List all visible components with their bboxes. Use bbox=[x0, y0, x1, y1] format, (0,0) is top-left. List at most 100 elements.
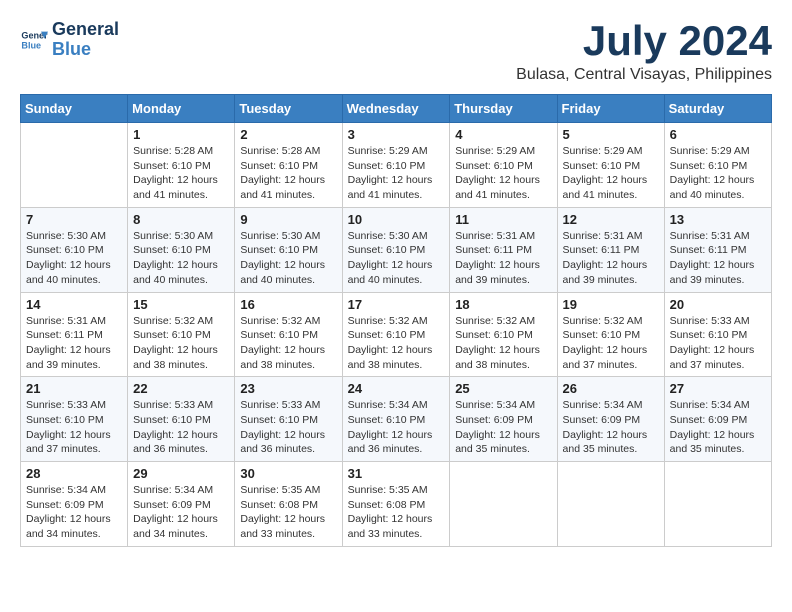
day-number: 21 bbox=[26, 381, 122, 396]
day-info: Sunrise: 5:34 AM Sunset: 6:09 PM Dayligh… bbox=[26, 483, 122, 542]
day-info: Sunrise: 5:31 AM Sunset: 6:11 PM Dayligh… bbox=[455, 229, 551, 288]
day-info: Sunrise: 5:35 AM Sunset: 6:08 PM Dayligh… bbox=[240, 483, 336, 542]
day-info: Sunrise: 5:33 AM Sunset: 6:10 PM Dayligh… bbox=[670, 314, 766, 373]
week-row-1: 1 Sunrise: 5:28 AM Sunset: 6:10 PM Daylig… bbox=[21, 123, 772, 208]
day-info: Sunrise: 5:32 AM Sunset: 6:10 PM Dayligh… bbox=[348, 314, 445, 373]
day-number: 12 bbox=[563, 212, 659, 227]
day-number: 3 bbox=[348, 127, 445, 142]
calendar-cell bbox=[557, 462, 664, 547]
day-number: 28 bbox=[26, 466, 122, 481]
week-row-3: 14 Sunrise: 5:31 AM Sunset: 6:11 PM Dayli… bbox=[21, 292, 772, 377]
calendar-cell: 18 Sunrise: 5:32 AM Sunset: 6:10 PM Dayli… bbox=[450, 292, 557, 377]
weekday-header-tuesday: Tuesday bbox=[235, 95, 342, 123]
day-info: Sunrise: 5:30 AM Sunset: 6:10 PM Dayligh… bbox=[240, 229, 336, 288]
day-number: 18 bbox=[455, 297, 551, 312]
calendar-cell: 7 Sunrise: 5:30 AM Sunset: 6:10 PM Daylig… bbox=[21, 207, 128, 292]
calendar-cell: 24 Sunrise: 5:34 AM Sunset: 6:10 PM Dayli… bbox=[342, 377, 450, 462]
calendar-cell bbox=[664, 462, 771, 547]
day-info: Sunrise: 5:34 AM Sunset: 6:10 PM Dayligh… bbox=[348, 398, 445, 457]
week-row-5: 28 Sunrise: 5:34 AM Sunset: 6:09 PM Dayli… bbox=[21, 462, 772, 547]
logo-icon: General Blue bbox=[20, 26, 48, 54]
day-info: Sunrise: 5:28 AM Sunset: 6:10 PM Dayligh… bbox=[133, 144, 229, 203]
day-info: Sunrise: 5:31 AM Sunset: 6:11 PM Dayligh… bbox=[670, 229, 766, 288]
day-info: Sunrise: 5:33 AM Sunset: 6:10 PM Dayligh… bbox=[133, 398, 229, 457]
day-info: Sunrise: 5:34 AM Sunset: 6:09 PM Dayligh… bbox=[563, 398, 659, 457]
day-info: Sunrise: 5:30 AM Sunset: 6:10 PM Dayligh… bbox=[133, 229, 229, 288]
day-info: Sunrise: 5:28 AM Sunset: 6:10 PM Dayligh… bbox=[240, 144, 336, 203]
day-info: Sunrise: 5:29 AM Sunset: 6:10 PM Dayligh… bbox=[670, 144, 766, 203]
calendar-cell: 20 Sunrise: 5:33 AM Sunset: 6:10 PM Dayli… bbox=[664, 292, 771, 377]
calendar-cell: 28 Sunrise: 5:34 AM Sunset: 6:09 PM Dayli… bbox=[21, 462, 128, 547]
calendar-cell: 4 Sunrise: 5:29 AM Sunset: 6:10 PM Daylig… bbox=[450, 123, 557, 208]
calendar-cell: 2 Sunrise: 5:28 AM Sunset: 6:10 PM Daylig… bbox=[235, 123, 342, 208]
calendar-cell: 25 Sunrise: 5:34 AM Sunset: 6:09 PM Dayli… bbox=[450, 377, 557, 462]
weekday-header-monday: Monday bbox=[128, 95, 235, 123]
month-title: July 2024 bbox=[516, 20, 772, 62]
day-number: 22 bbox=[133, 381, 229, 396]
day-number: 10 bbox=[348, 212, 445, 227]
day-info: Sunrise: 5:33 AM Sunset: 6:10 PM Dayligh… bbox=[240, 398, 336, 457]
day-number: 25 bbox=[455, 381, 551, 396]
weekday-header-row: SundayMondayTuesdayWednesdayThursdayFrid… bbox=[21, 95, 772, 123]
day-info: Sunrise: 5:29 AM Sunset: 6:10 PM Dayligh… bbox=[455, 144, 551, 203]
calendar-cell: 30 Sunrise: 5:35 AM Sunset: 6:08 PM Dayli… bbox=[235, 462, 342, 547]
day-number: 19 bbox=[563, 297, 659, 312]
day-number: 16 bbox=[240, 297, 336, 312]
calendar-cell: 22 Sunrise: 5:33 AM Sunset: 6:10 PM Dayli… bbox=[128, 377, 235, 462]
calendar-cell bbox=[21, 123, 128, 208]
day-info: Sunrise: 5:34 AM Sunset: 6:09 PM Dayligh… bbox=[133, 483, 229, 542]
day-number: 5 bbox=[563, 127, 659, 142]
day-number: 8 bbox=[133, 212, 229, 227]
calendar-cell: 3 Sunrise: 5:29 AM Sunset: 6:10 PM Daylig… bbox=[342, 123, 450, 208]
day-number: 20 bbox=[670, 297, 766, 312]
calendar-cell: 8 Sunrise: 5:30 AM Sunset: 6:10 PM Daylig… bbox=[128, 207, 235, 292]
day-info: Sunrise: 5:29 AM Sunset: 6:10 PM Dayligh… bbox=[348, 144, 445, 203]
day-number: 15 bbox=[133, 297, 229, 312]
calendar-cell: 15Sunrise: 5:32 AM Sunset: 6:10 PM Dayli… bbox=[128, 292, 235, 377]
calendar-cell: 1 Sunrise: 5:28 AM Sunset: 6:10 PM Daylig… bbox=[128, 123, 235, 208]
day-number: 14 bbox=[26, 297, 122, 312]
calendar-cell: 17 Sunrise: 5:32 AM Sunset: 6:10 PM Dayli… bbox=[342, 292, 450, 377]
header: General Blue General Blue July 2024 Bula… bbox=[20, 20, 772, 84]
calendar-cell: 27 Sunrise: 5:34 AM Sunset: 6:09 PM Dayli… bbox=[664, 377, 771, 462]
day-info: Sunrise: 5:32 AM Sunset: 6:10 PM Dayligh… bbox=[455, 314, 551, 373]
logo-text: General Blue bbox=[52, 20, 119, 60]
calendar-cell bbox=[450, 462, 557, 547]
calendar-cell: 29Sunrise: 5:34 AM Sunset: 6:09 PM Dayli… bbox=[128, 462, 235, 547]
day-number: 17 bbox=[348, 297, 445, 312]
day-info: Sunrise: 5:31 AM Sunset: 6:11 PM Dayligh… bbox=[26, 314, 122, 373]
day-number: 24 bbox=[348, 381, 445, 396]
day-number: 6 bbox=[670, 127, 766, 142]
weekday-header-sunday: Sunday bbox=[21, 95, 128, 123]
day-info: Sunrise: 5:33 AM Sunset: 6:10 PM Dayligh… bbox=[26, 398, 122, 457]
calendar-table: SundayMondayTuesdayWednesdayThursdayFrid… bbox=[20, 94, 772, 547]
day-number: 1 bbox=[133, 127, 229, 142]
title-area: July 2024 Bulasa, Central Visayas, Phili… bbox=[516, 20, 772, 84]
calendar-cell: 13Sunrise: 5:31 AM Sunset: 6:11 PM Dayli… bbox=[664, 207, 771, 292]
week-row-2: 7 Sunrise: 5:30 AM Sunset: 6:10 PM Daylig… bbox=[21, 207, 772, 292]
week-row-4: 21 Sunrise: 5:33 AM Sunset: 6:10 PM Dayli… bbox=[21, 377, 772, 462]
day-info: Sunrise: 5:31 AM Sunset: 6:11 PM Dayligh… bbox=[563, 229, 659, 288]
day-info: Sunrise: 5:34 AM Sunset: 6:09 PM Dayligh… bbox=[455, 398, 551, 457]
calendar-cell: 31Sunrise: 5:35 AM Sunset: 6:08 PM Dayli… bbox=[342, 462, 450, 547]
day-number: 31 bbox=[348, 466, 445, 481]
day-info: Sunrise: 5:30 AM Sunset: 6:10 PM Dayligh… bbox=[26, 229, 122, 288]
calendar-cell: 16Sunrise: 5:32 AM Sunset: 6:10 PM Dayli… bbox=[235, 292, 342, 377]
day-number: 4 bbox=[455, 127, 551, 142]
weekday-header-wednesday: Wednesday bbox=[342, 95, 450, 123]
day-info: Sunrise: 5:32 AM Sunset: 6:10 PM Dayligh… bbox=[563, 314, 659, 373]
calendar-cell: 9 Sunrise: 5:30 AM Sunset: 6:10 PM Daylig… bbox=[235, 207, 342, 292]
calendar-cell: 12 Sunrise: 5:31 AM Sunset: 6:11 PM Dayli… bbox=[557, 207, 664, 292]
day-number: 27 bbox=[670, 381, 766, 396]
calendar-cell: 11 Sunrise: 5:31 AM Sunset: 6:11 PM Dayli… bbox=[450, 207, 557, 292]
day-number: 11 bbox=[455, 212, 551, 227]
day-info: Sunrise: 5:34 AM Sunset: 6:09 PM Dayligh… bbox=[670, 398, 766, 457]
day-number: 2 bbox=[240, 127, 336, 142]
day-number: 9 bbox=[240, 212, 336, 227]
day-number: 30 bbox=[240, 466, 336, 481]
calendar-cell: 14 Sunrise: 5:31 AM Sunset: 6:11 PM Dayli… bbox=[21, 292, 128, 377]
calendar-cell: 19 Sunrise: 5:32 AM Sunset: 6:10 PM Dayli… bbox=[557, 292, 664, 377]
calendar-cell: 5 Sunrise: 5:29 AM Sunset: 6:10 PM Daylig… bbox=[557, 123, 664, 208]
day-number: 7 bbox=[26, 212, 122, 227]
day-info: Sunrise: 5:29 AM Sunset: 6:10 PM Dayligh… bbox=[563, 144, 659, 203]
